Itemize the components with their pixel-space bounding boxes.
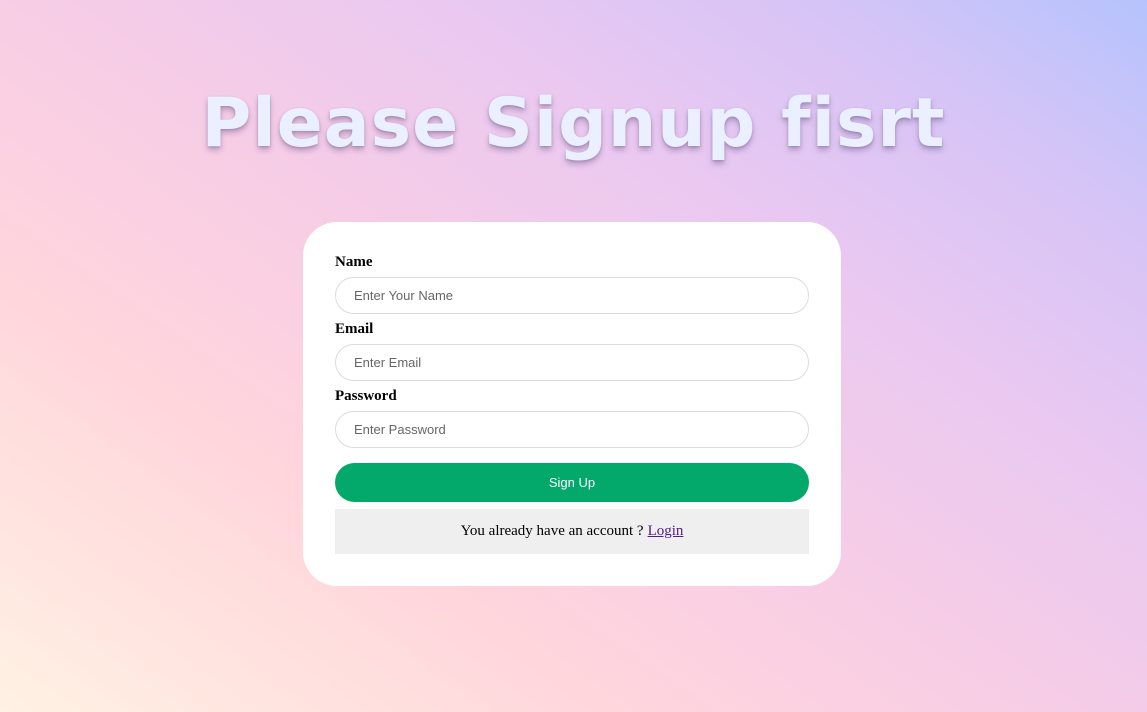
password-label: Password (335, 388, 397, 404)
name-label: Name (335, 254, 373, 270)
login-link[interactable]: Login (648, 523, 684, 540)
login-prompt-text: You already have an account ? (460, 523, 644, 539)
login-prompt-box: You already have an account ? Login (335, 509, 809, 554)
email-input[interactable] (335, 344, 809, 381)
signup-form: Name Email Password Sign Up You already … (303, 222, 841, 586)
name-input[interactable] (335, 277, 809, 314)
page-title: Please Signup fisrt (201, 84, 946, 163)
password-input[interactable] (335, 411, 809, 448)
sign-up-button[interactable]: Sign Up (335, 463, 809, 502)
email-label: Email (335, 321, 374, 337)
